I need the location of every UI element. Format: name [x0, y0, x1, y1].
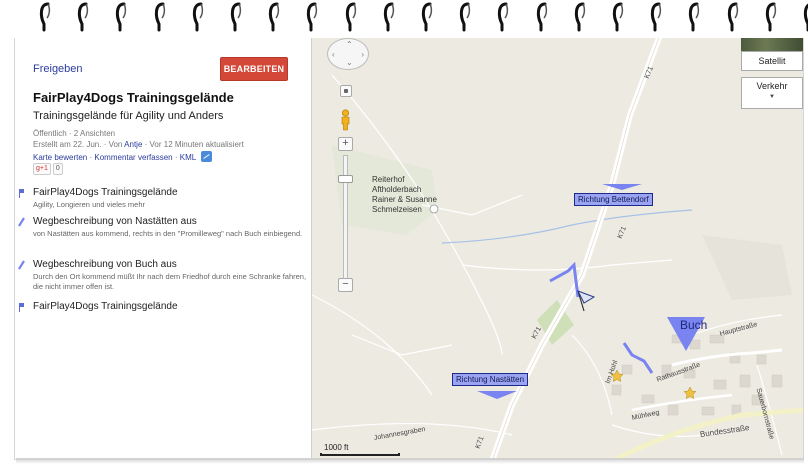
- spiral-ring: [153, 2, 167, 32]
- scale-label: 1000 ft: [324, 443, 349, 452]
- zoom-in-button[interactable]: +: [338, 137, 353, 151]
- list-item-description: Agility, Longieren und vieles mehr: [33, 200, 146, 209]
- spiral-ring: [802, 2, 808, 32]
- spiral-ring: [687, 2, 701, 32]
- map-scale: 1000 ft: [320, 443, 400, 457]
- flag-marker-icon[interactable]: [576, 290, 596, 312]
- map-canvas[interactable]: Reiterhof Aftholderbach Rainer & Susanne…: [312, 35, 803, 459]
- spiral-ring: [191, 2, 205, 32]
- route-line-icon: [18, 260, 25, 270]
- street-view-pegman-icon[interactable]: [339, 109, 352, 131]
- traffic-label: Verkehr: [756, 81, 788, 91]
- spiral-ring: [726, 2, 740, 32]
- spiral-ring: [611, 2, 625, 32]
- map-details-panel: Freigeben BEARBEITEN FairPlay4Dogs Train…: [15, 35, 312, 459]
- created-prefix: Erstellt am 22. Jun. · Von: [33, 140, 123, 149]
- spiral-ring: [382, 2, 396, 32]
- write-comment-link[interactable]: Kommentar verfassen: [94, 153, 172, 162]
- spiral-ring: [305, 2, 319, 32]
- list-item-title: FairPlay4Dogs Trainingsgelände: [33, 301, 178, 312]
- list-item-title: Wegbeschreibung von Nastätten aus: [33, 216, 197, 227]
- pan-up-icon[interactable]: ⌃: [346, 40, 353, 49]
- map-page: Freigeben BEARBEITEN FairPlay4Dogs Train…: [14, 34, 804, 460]
- spiral-ring: [420, 2, 434, 32]
- scale-bar: [320, 453, 400, 456]
- zoom-out-button[interactable]: −: [338, 278, 353, 292]
- list-item-title: FairPlay4Dogs Trainingsgelände: [33, 187, 178, 198]
- spiral-binding: [0, 0, 808, 38]
- spiral-ring: [76, 2, 90, 32]
- spiral-ring: [38, 2, 52, 32]
- list-item-description: Durch den Ort kommend müßt Ihr nach dem …: [33, 272, 307, 291]
- rate-map-link[interactable]: Karte bewerten: [33, 153, 87, 162]
- map-visibility-views: Öffentlich · 2 Ansichten: [33, 129, 116, 138]
- zoom-slider-handle[interactable]: [338, 175, 353, 183]
- drag-hand-icon[interactable]: [340, 85, 352, 97]
- google-earth-icon[interactable]: [201, 151, 213, 162]
- blue-pin-icon: [19, 303, 24, 312]
- list-item-title: Wegbeschreibung von Buch aus: [33, 259, 177, 270]
- spiral-ring: [344, 2, 358, 32]
- plus-one-button[interactable]: g+1: [33, 163, 51, 175]
- map-created-info: Erstellt am 22. Jun. · Von Antje · Vor 1…: [33, 140, 244, 149]
- map-subtitle: Trainingsgelände für Agility und Anders: [33, 110, 224, 122]
- village-label: Buch: [680, 318, 708, 332]
- list-item-description: von Nastätten aus kommend, rechts in den…: [33, 229, 303, 238]
- direction-label-bettendorf: Richtung Bettendorf: [574, 193, 653, 206]
- traffic-button[interactable]: Verkehr ▼: [741, 77, 803, 109]
- spiral-ring: [573, 2, 587, 32]
- map-base-layer: [312, 35, 803, 459]
- route-line-icon: [18, 217, 25, 227]
- spiral-ring: [458, 2, 472, 32]
- spiral-ring: [649, 2, 663, 32]
- pan-left-icon[interactable]: ‹: [332, 50, 335, 59]
- pan-control[interactable]: ⌃ ‹ › ⌄: [327, 38, 369, 70]
- chevron-down-icon: ▼: [769, 94, 775, 100]
- poi-label: Reiterhof Aftholderbach Rainer & Susanne…: [372, 175, 437, 214]
- blue-pin-icon: [19, 189, 24, 198]
- spiral-ring: [267, 2, 281, 32]
- spiral-ring: [764, 2, 778, 32]
- map-title: FairPlay4Dogs Trainingsgelände: [33, 90, 234, 105]
- page-shadow: [16, 458, 804, 464]
- share-link[interactable]: Freigeben: [33, 63, 83, 75]
- direction-label-nastaetten: Richtung Nastätten: [452, 373, 529, 386]
- plus-one-count: 0: [52, 163, 63, 175]
- author-link[interactable]: Antje: [124, 140, 142, 149]
- plus-one-widget: g+1 0: [33, 163, 63, 175]
- pan-down-icon[interactable]: ⌄: [346, 58, 353, 67]
- spiral-ring: [229, 2, 243, 32]
- spiral-ring: [535, 2, 549, 32]
- satellite-button[interactable]: Satellit: [741, 51, 803, 71]
- spiral-ring: [496, 2, 510, 32]
- edit-button[interactable]: BEARBEITEN: [220, 57, 288, 81]
- kml-link[interactable]: KML: [180, 153, 196, 162]
- pan-right-icon[interactable]: ›: [361, 50, 364, 59]
- updated-suffix: · Vor 12 Minuten aktualisiert: [144, 140, 244, 149]
- map-action-links: Karte bewerten · Kommentar verfassen · K…: [33, 151, 213, 162]
- spiral-ring: [114, 2, 128, 32]
